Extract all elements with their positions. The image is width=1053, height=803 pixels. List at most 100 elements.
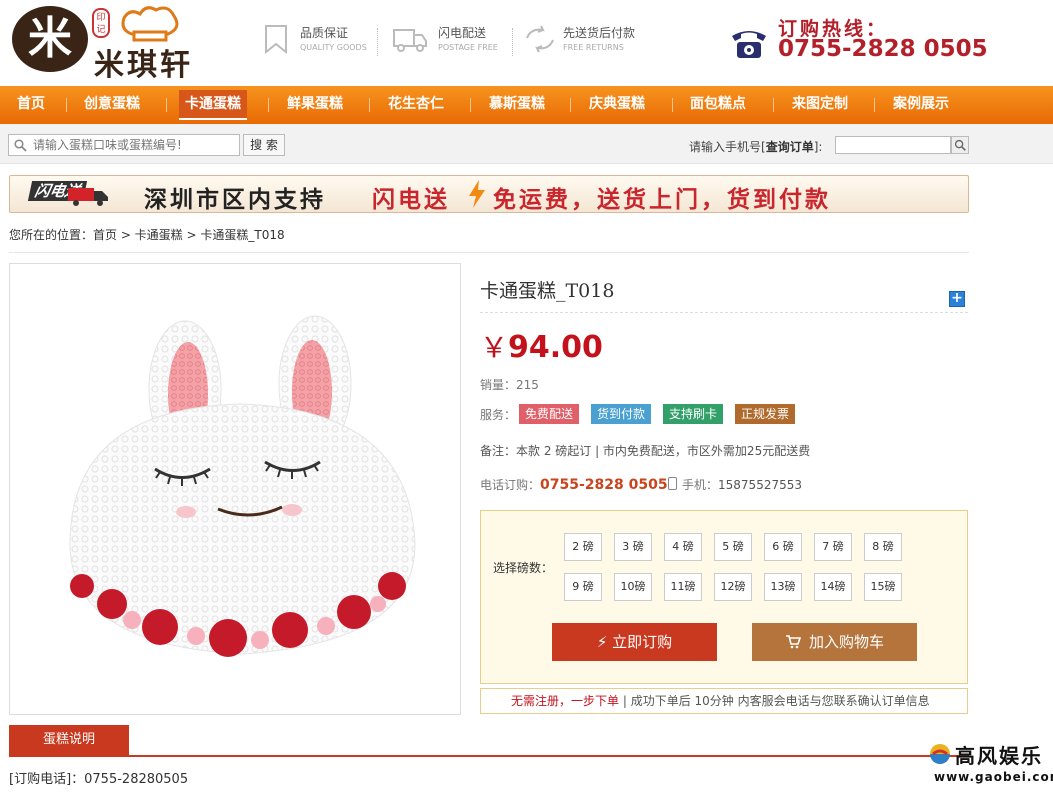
nav-divider xyxy=(66,98,67,112)
telephone-icon xyxy=(732,31,766,58)
nav-item-creative[interactable]: 创意蛋糕 xyxy=(84,86,140,124)
logo-stamp: 印记 xyxy=(92,8,110,38)
divider xyxy=(512,28,513,56)
bunny-cake-illustration xyxy=(69,315,416,657)
delivery-truck-icon xyxy=(68,188,108,206)
lightning-icon xyxy=(469,180,485,208)
buy-now-button[interactable]: ⚡ 立即订购 xyxy=(552,623,717,661)
logo-text[interactable]: 米琪轩 xyxy=(94,40,193,84)
nav-divider xyxy=(369,98,370,112)
promo-title: 闪电配送 xyxy=(438,26,487,40)
nav-divider xyxy=(773,98,774,112)
order-label-bold: 查询订单 xyxy=(765,140,814,154)
mobile-label: 手机： xyxy=(682,478,719,492)
weight-option[interactable]: 12磅 xyxy=(714,573,752,601)
service-badge-invoice: 正规发票 xyxy=(735,404,796,424)
order-search-icon[interactable] xyxy=(951,136,969,154)
nav-item-peanut[interactable]: 花生杏仁 xyxy=(388,86,444,124)
nav-item-fruit[interactable]: 鲜果蛋糕 xyxy=(287,86,343,124)
product-title: 卡通蛋糕_T018 xyxy=(480,280,615,302)
weight-label: 选择磅数： xyxy=(493,561,554,575)
nav-item-home[interactable]: 首页 xyxy=(17,86,45,124)
nav-item-mousse[interactable]: 慕斯蛋糕 xyxy=(489,86,545,124)
phone-order: 电话订购：0755-2828 0505 xyxy=(480,476,668,493)
weight-option[interactable]: 4 磅 xyxy=(664,533,702,561)
banner-text-express: 闪电送 xyxy=(372,187,450,213)
tab-description[interactable]: 蛋糕说明 xyxy=(9,725,129,755)
service-label: 服务： xyxy=(480,408,517,422)
weight-option[interactable]: 10磅 xyxy=(614,573,652,601)
watermark-name: 高风娱乐 xyxy=(955,744,1043,768)
promo-title: 先送货后付款 xyxy=(563,26,636,40)
nav-item-celebration[interactable]: 庆典蛋糕 xyxy=(589,86,645,124)
contact-phone: [订购电话]：0755-28280505 xyxy=(9,772,189,787)
nav-divider xyxy=(874,98,875,112)
weight-option[interactable]: 9 磅 xyxy=(564,573,602,601)
product-price: ￥94.00 xyxy=(480,326,603,366)
weight-option[interactable]: 11磅 xyxy=(664,573,702,601)
mobile-contact: 手机：15875527553 xyxy=(682,476,802,493)
cart-icon xyxy=(785,635,802,649)
currency-symbol: ￥ xyxy=(480,331,509,364)
nav-item-cases[interactable]: 案例展示 xyxy=(893,86,949,124)
logo-mark[interactable]: 米 xyxy=(12,6,88,72)
breadcrumb[interactable]: 您所在的位置：首页 > 卡通蛋糕 > 卡通蛋糕_T018 xyxy=(9,226,285,243)
promo-subtitle: POSTAGE FREE xyxy=(438,43,498,52)
search-input[interactable] xyxy=(8,134,240,156)
promo-subtitle: FREE RETURNS xyxy=(563,43,624,52)
product-image xyxy=(9,263,461,715)
nav-divider xyxy=(470,98,471,112)
plus-icon[interactable]: + xyxy=(949,291,965,307)
promo-title: 品质保证 xyxy=(300,26,349,40)
tab-underline xyxy=(9,755,969,757)
nav-divider xyxy=(672,98,673,112)
nav-item-bread[interactable]: 面包糕点 xyxy=(690,86,746,124)
add-to-cart-button[interactable]: 加入购物车 xyxy=(752,623,917,661)
banner-text-region: 深圳市区内支持 xyxy=(144,187,326,213)
main-nav: 首页 创意蛋糕 卡通蛋糕 鲜果蛋糕 花生杏仁 慕斯蛋糕 庆典蛋糕 面包糕点 来图… xyxy=(0,86,1053,124)
truck-icon xyxy=(393,29,427,52)
service-badge-card: 支持刷卡 xyxy=(663,404,724,424)
sales-count: 销量：215 xyxy=(480,376,539,393)
divider xyxy=(9,252,969,253)
nav-divider xyxy=(268,98,269,112)
weight-option[interactable]: 15磅 xyxy=(864,573,902,601)
weight-option[interactable]: 13磅 xyxy=(764,573,802,601)
watermark-logo-icon xyxy=(930,744,950,764)
phone-order-label: 电话订购： xyxy=(480,478,541,492)
mobile-number: 15875527553 xyxy=(718,478,802,492)
weight-option[interactable]: 7 磅 xyxy=(814,533,852,561)
sales-label: 销量： xyxy=(480,378,517,392)
order-tip-highlight: 无需注册，一步下单 xyxy=(511,694,620,708)
nav-divider xyxy=(570,98,571,112)
bookmark-icon xyxy=(265,25,287,54)
order-label-suffix: ]: xyxy=(813,140,823,154)
add-to-cart-label: 加入购物车 xyxy=(808,633,884,651)
weight-option[interactable]: 5 磅 xyxy=(714,533,752,561)
hotline-number: 0755-2828 0505 xyxy=(778,36,988,62)
banner-text-terms: 免运费，送货上门，货到付款 xyxy=(493,187,831,213)
weight-option[interactable]: 6 磅 xyxy=(764,533,802,561)
weight-option[interactable]: 8 磅 xyxy=(864,533,902,561)
nav-item-custom[interactable]: 来图定制 xyxy=(792,86,848,124)
divider xyxy=(480,312,968,313)
search-button[interactable]: 搜 索 xyxy=(243,134,285,156)
order-phone-input[interactable] xyxy=(835,136,951,154)
order-note: 备注：本款 2 磅起订 | 市内免费配送，市区外需加25元配送费 xyxy=(480,444,811,458)
buy-now-label: 立即订购 xyxy=(612,633,673,651)
order-query-label: 请输入手机号[查询订单]: xyxy=(689,138,822,155)
weight-option[interactable]: 2 磅 xyxy=(564,533,602,561)
exchange-icon xyxy=(526,25,554,53)
nav-item-cartoon[interactable]: 卡通蛋糕 xyxy=(179,90,247,120)
order-label-prefix: 请输入手机号[ xyxy=(689,140,766,154)
weight-option[interactable]: 3 磅 xyxy=(614,533,652,561)
weight-option[interactable]: 14磅 xyxy=(814,573,852,601)
promo-payment: 先送货后付款 FREE RETURNS xyxy=(523,24,653,58)
promo-quality: 品质保证 QUALITY GOODS xyxy=(262,24,372,58)
service-badge-cod: 货到付款 xyxy=(591,404,652,424)
service-badge-free-delivery: 免费配送 xyxy=(519,404,580,424)
promo-delivery: 闪电配送 POSTAGE FREE xyxy=(392,24,502,58)
nav-divider xyxy=(166,98,167,112)
order-tip-text: | 成功下单后 10分钟 内客服会电话与您联系确认订单信息 xyxy=(619,694,930,708)
search-icon xyxy=(14,139,27,152)
